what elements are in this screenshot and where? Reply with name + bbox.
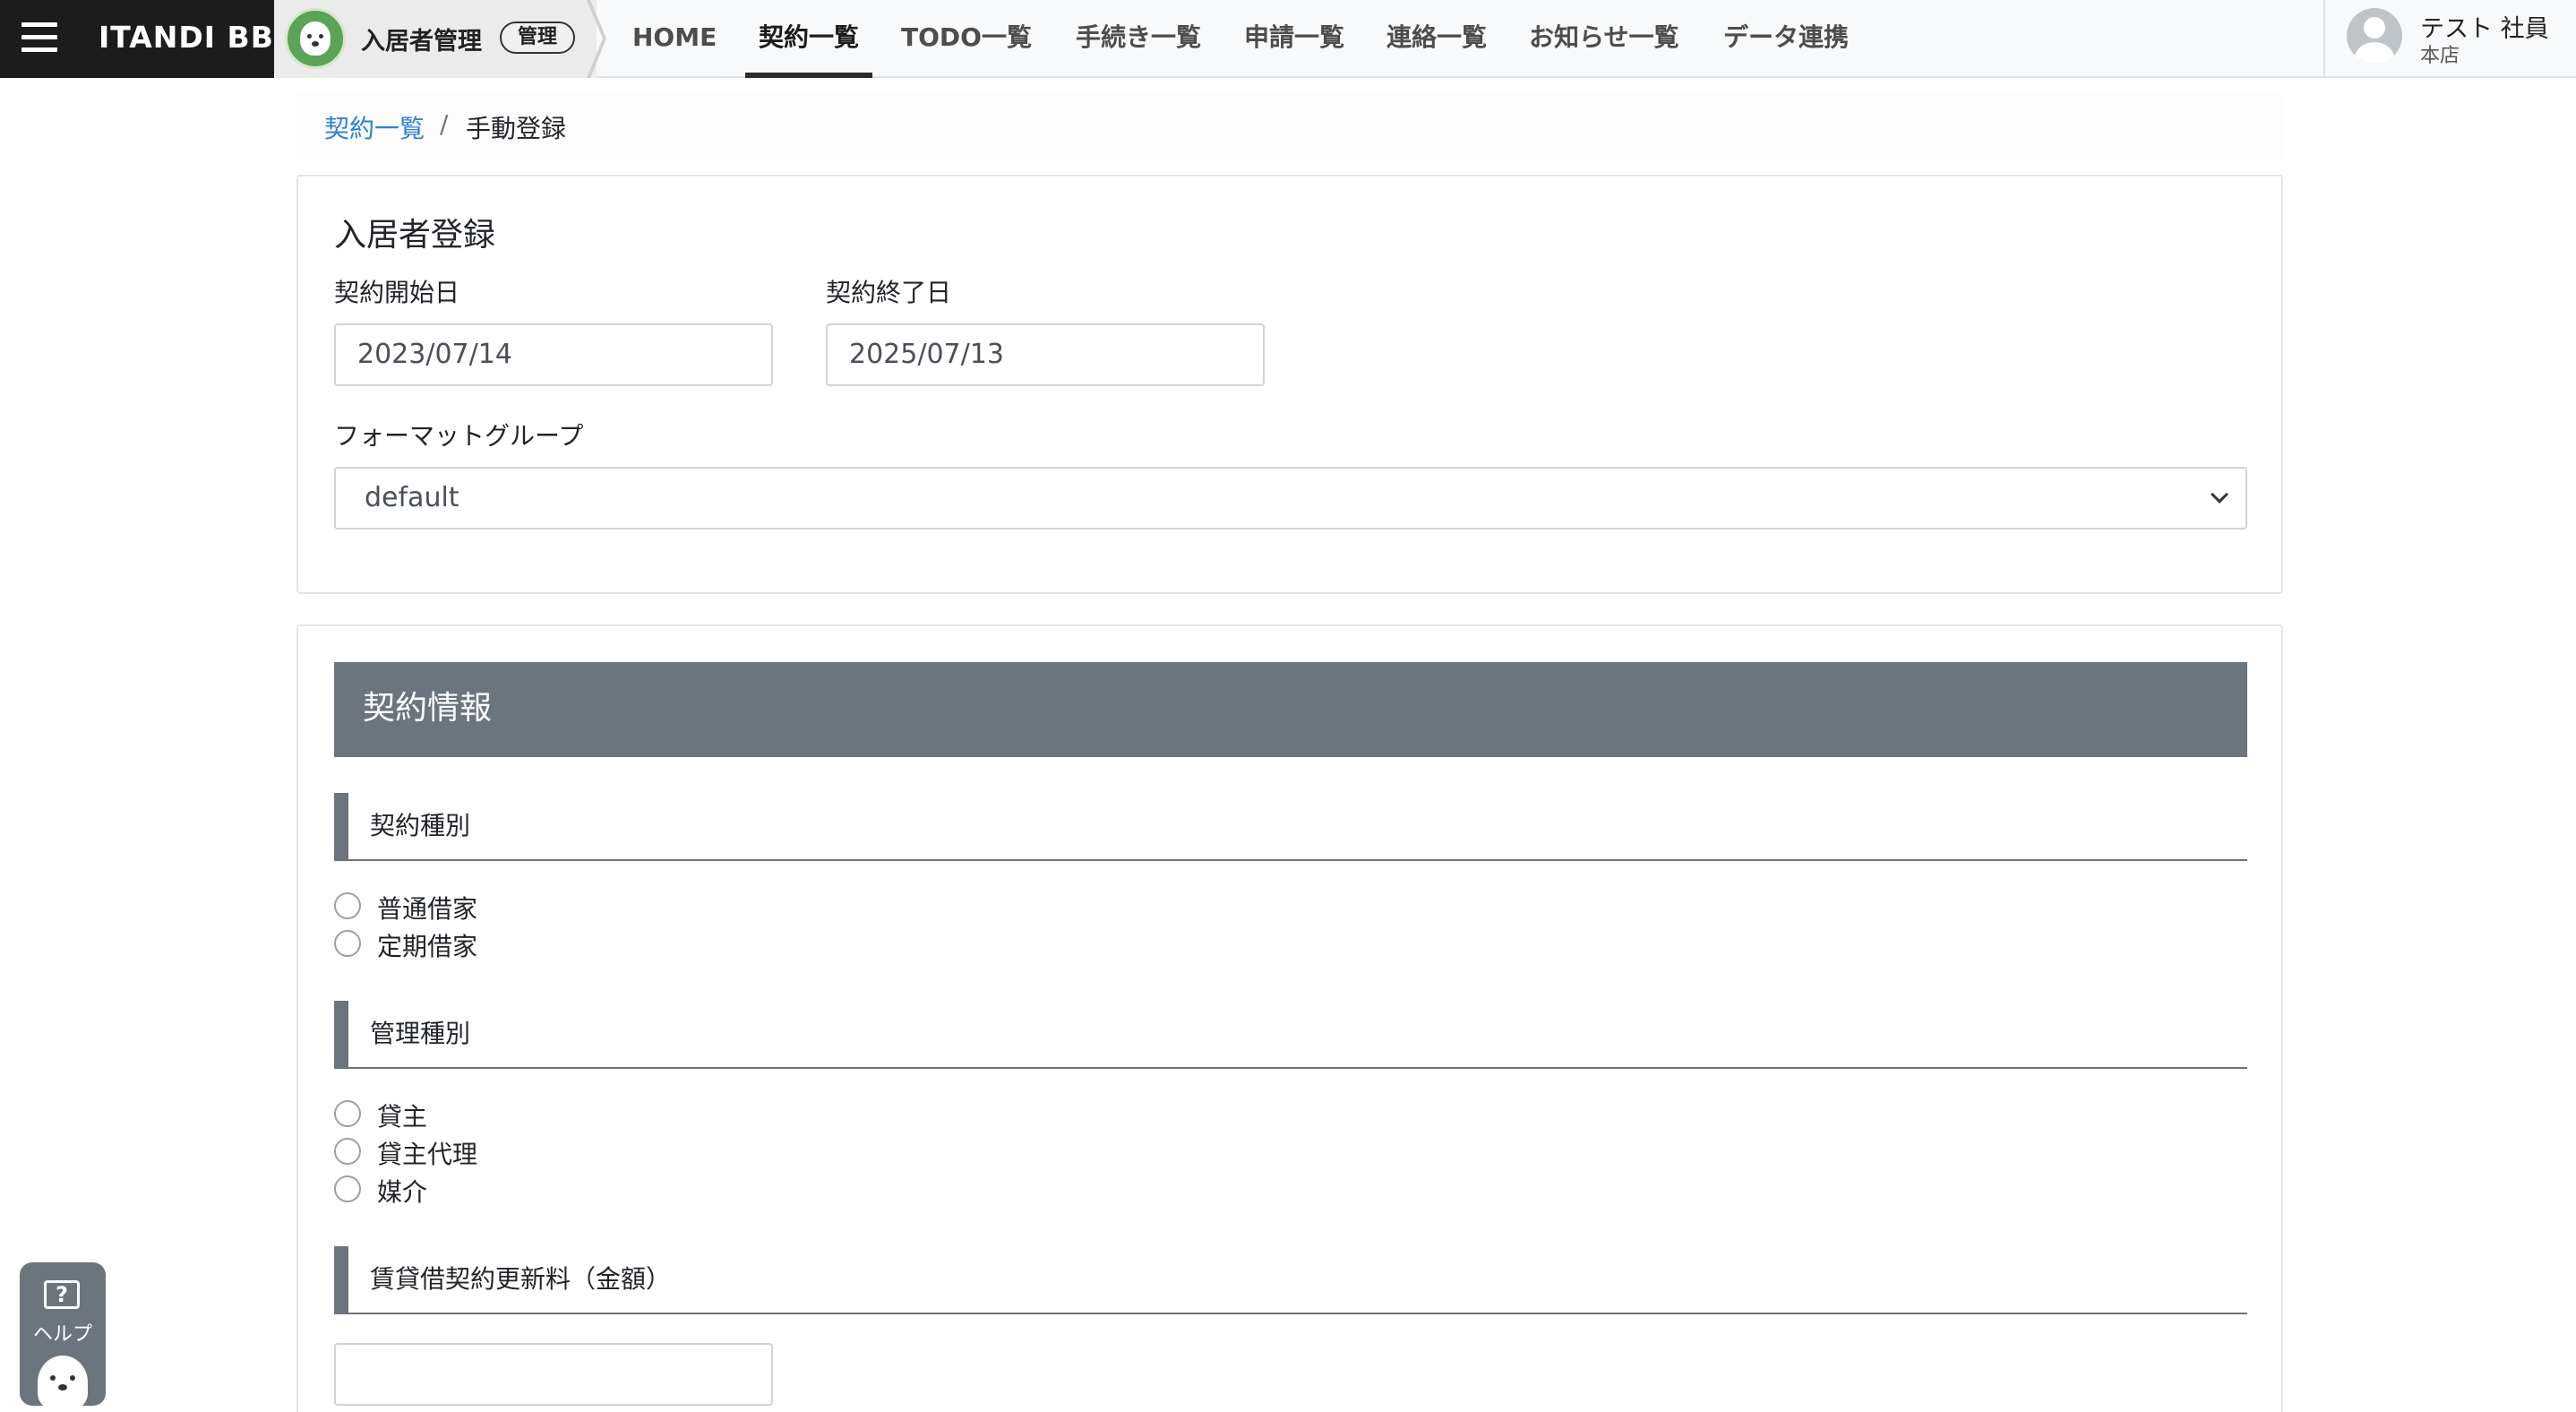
radio-label[interactable]: 定期借家 — [377, 927, 477, 963]
renewal-fee-input[interactable] — [334, 1343, 773, 1406]
breadcrumb-current: 手動登録 — [466, 114, 567, 143]
nav-notice-list[interactable]: お知らせ一覧 — [1529, 0, 1679, 78]
breadcrumb: 契約一覧 / 手動登録 — [296, 93, 2283, 161]
radio-label[interactable]: 貸主代理 — [377, 1135, 477, 1171]
nav-contract-list[interactable]: 契約一覧 — [744, 0, 873, 78]
radio-circle-icon[interactable] — [334, 1100, 361, 1127]
user-branch: 本店 — [2420, 45, 2460, 67]
management-type-heading: 管理種別 — [334, 1001, 2247, 1069]
tenant-registration-card: 入居者登録 契約開始日 2023/07/14 契約終了日 2025/07/13 … — [296, 175, 2283, 594]
format-group-label: フォーマットグループ — [334, 421, 584, 451]
top-header: ITANDI BB 入居者管理 管理 HOME 契約一覧 TODO一覧 手続き一… — [0, 0, 2576, 78]
radio-circle-icon[interactable] — [334, 930, 361, 957]
nav-application-list[interactable]: 申請一覧 — [1244, 0, 1344, 78]
contract-start-date-input[interactable]: 2023/07/14 — [334, 323, 773, 386]
radio-circle-icon[interactable] — [334, 1138, 361, 1165]
app-switcher-chevron-icon — [587, 0, 606, 78]
radio-label[interactable]: 貸主 — [377, 1098, 427, 1133]
user-avatar-icon — [2347, 8, 2402, 64]
nav-contact-list[interactable]: 連絡一覧 — [1387, 0, 1487, 78]
app-bear-logo-icon — [285, 8, 346, 69]
contract-info-card: 契約情報 契約種別 普通借家 定期借家 管理種別 貸主 貸主代理 媒介 賃貸借契… — [296, 624, 2283, 1412]
tenant-registration-title: 入居者登録 — [334, 217, 496, 254]
nav-todo-list[interactable]: TODO一覧 — [901, 0, 1032, 78]
bear-mascot-icon — [38, 1356, 88, 1406]
contract-end-date-input[interactable]: 2025/07/13 — [826, 323, 1265, 386]
radio-circle-icon[interactable] — [334, 1175, 361, 1202]
breadcrumb-separator: / — [440, 109, 449, 139]
contract-end-label: 契約終了日 — [826, 278, 952, 307]
chevron-down-icon — [2211, 486, 2228, 504]
nav-data-integration[interactable]: データ連携 — [1723, 0, 1849, 78]
radio-label[interactable]: 媒介 — [377, 1173, 427, 1209]
renewal-fee-heading: 賃貸借契約更新料（金額） — [334, 1246, 2247, 1314]
radio-circle-icon[interactable] — [334, 892, 361, 919]
contract-type-heading: 契約種別 — [334, 793, 2247, 861]
brand-area: ITANDI BB — [0, 0, 274, 78]
format-group-select[interactable]: default — [334, 467, 2247, 530]
nav-home[interactable]: HOME — [632, 0, 717, 78]
help-button[interactable]: ? ヘルプ — [20, 1262, 106, 1406]
user-menu[interactable]: テスト 社員 本店 — [2323, 0, 2576, 78]
help-label: ヘルプ — [32, 1323, 92, 1346]
app-role-badge: 管理 — [500, 22, 575, 54]
radio-label[interactable]: 普通借家 — [377, 890, 477, 926]
breadcrumb-contract-list-link[interactable]: 契約一覧 — [324, 109, 425, 145]
contract-start-label: 契約開始日 — [334, 278, 460, 307]
hamburger-menu-icon[interactable] — [21, 22, 57, 53]
contract-info-header: 契約情報 — [334, 662, 2247, 757]
help-question-icon: ? — [44, 1280, 80, 1309]
app-name[interactable]: 入居者管理 — [361, 22, 482, 56]
format-group-selected-value: default — [365, 482, 459, 513]
brand-logo-text[interactable]: ITANDI BB — [99, 20, 274, 55]
nav-procedure-list[interactable]: 手続き一覧 — [1076, 0, 1201, 78]
